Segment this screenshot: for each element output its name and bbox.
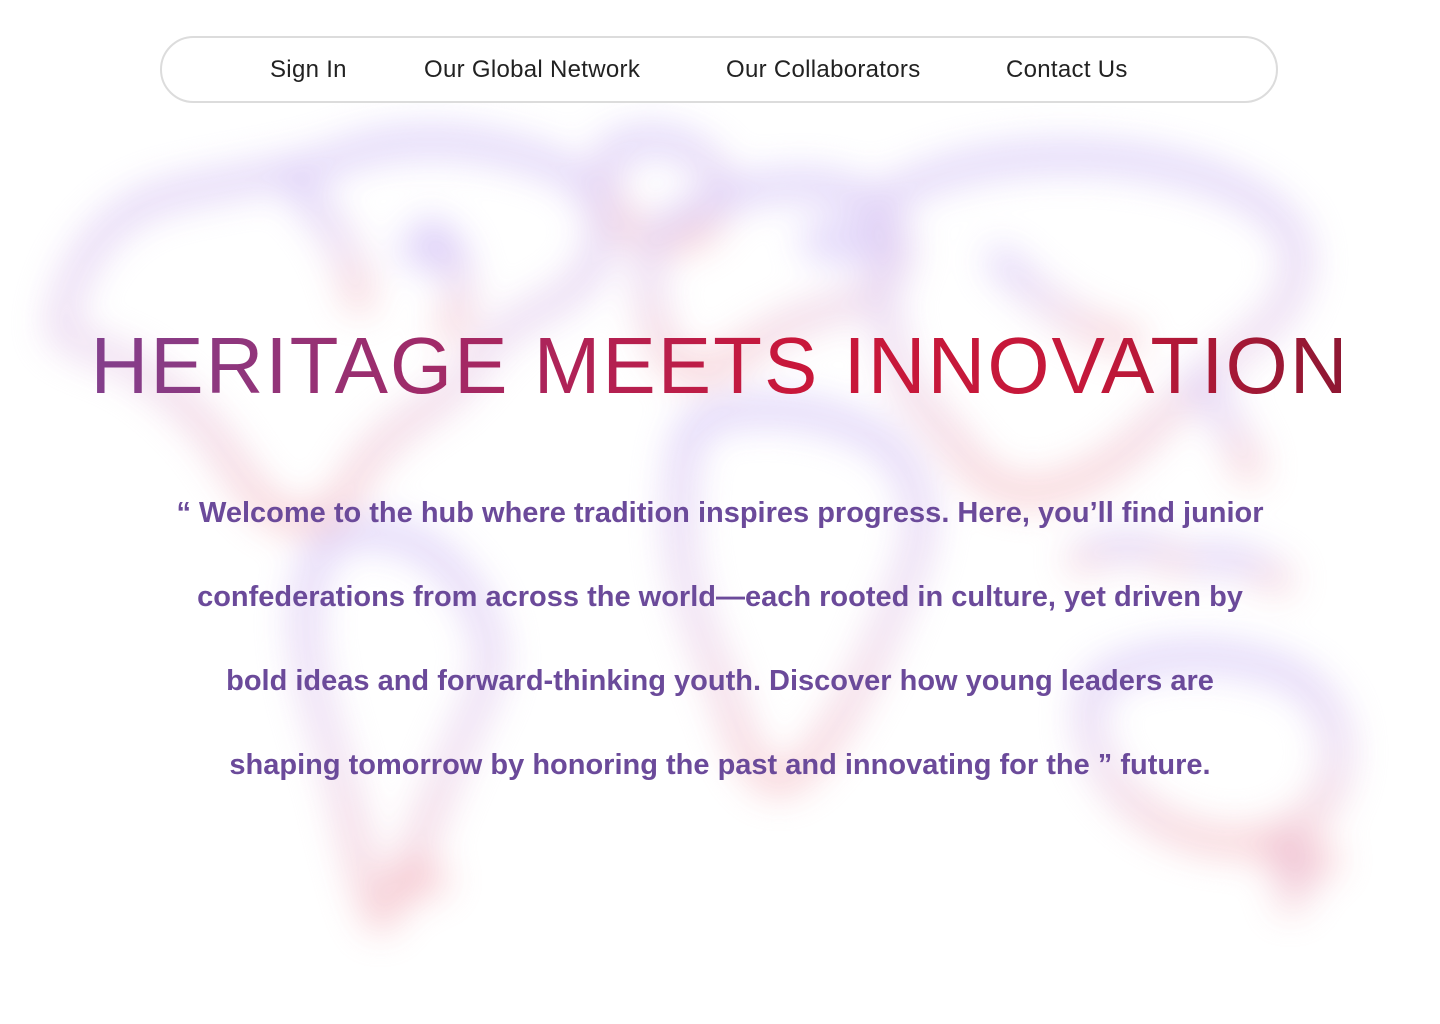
hero-title: HERITAGE MEETS INNOVATION [0,316,1440,416]
nav-global-network-link[interactable]: Our Global Network [424,56,640,84]
hero-description: “ Welcome to the hub where tradition ins… [176,497,1264,781]
top-navigation: Sign In Our Global Network Our Collabora… [160,36,1278,103]
nav-collaborators-link[interactable]: Our Collaborators [726,56,921,84]
nav-sign-in-link[interactable]: Sign In [270,56,347,84]
nav-contact-us-link[interactable]: Contact Us [1006,56,1128,84]
